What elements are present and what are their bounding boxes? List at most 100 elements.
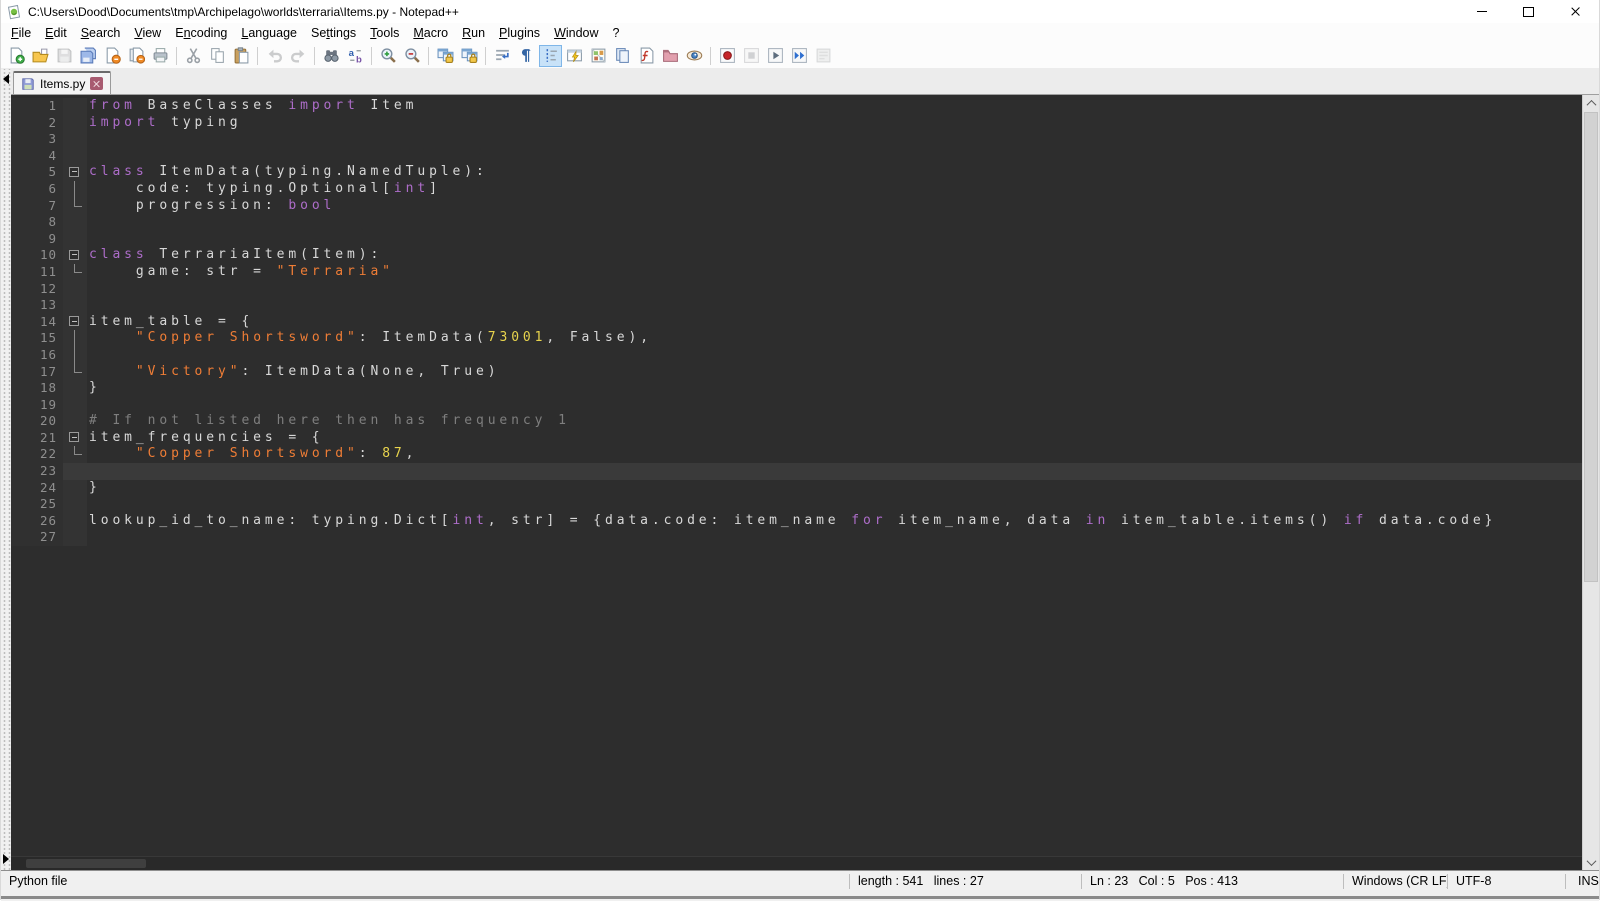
sync-vertical-scrolling-icon[interactable] xyxy=(434,45,457,67)
menu-item-view[interactable]: View xyxy=(127,24,168,42)
status-encoding[interactable]: UTF-8 xyxy=(1447,874,1565,889)
dock-expand-right-icon[interactable] xyxy=(3,854,9,864)
code-line-13[interactable]: 13 xyxy=(11,297,1582,314)
code-line-14[interactable]: 14item_table = { xyxy=(11,314,1582,331)
horizontal-scrollbar[interactable] xyxy=(11,856,1582,870)
code-line-4[interactable]: 4 xyxy=(11,148,1582,165)
code-line-15[interactable]: 15 "Copper Shortsword": ItemData(73001, … xyxy=(11,330,1582,347)
fold-collapse-icon[interactable] xyxy=(63,314,87,331)
dock-collapse-left-icon[interactable] xyxy=(3,74,9,84)
macro-stop-icon[interactable] xyxy=(740,45,763,67)
horizontal-scrollbar-thumb[interactable] xyxy=(26,859,146,868)
status-insert-mode[interactable]: INS xyxy=(1565,874,1599,889)
menu-item-run[interactable]: Run xyxy=(455,24,492,42)
scroll-up-icon[interactable] xyxy=(1583,95,1599,111)
save-icon[interactable] xyxy=(53,45,76,67)
code-line-3[interactable]: 3 xyxy=(11,131,1582,148)
code-line-8[interactable]: 8 xyxy=(11,214,1582,231)
menu-item-settings[interactable]: Settings xyxy=(304,24,363,42)
fold-collapse-icon[interactable] xyxy=(63,247,87,264)
code-line-24[interactable]: 24} xyxy=(11,480,1582,497)
vertical-scrollbar[interactable] xyxy=(1582,95,1599,870)
code-line-26[interactable]: 26lookup_id_to_name: typing.Dict[int, st… xyxy=(11,513,1582,530)
copy-icon[interactable] xyxy=(206,45,229,67)
document-map-icon[interactable] xyxy=(587,45,610,67)
code-line-12[interactable]: 12 xyxy=(11,281,1582,298)
text-editor[interactable]: 1from BaseClasses import Item2import typ… xyxy=(11,95,1582,870)
code-line-21[interactable]: 21item_frequencies = { xyxy=(11,430,1582,447)
menu-item-macro[interactable]: Macro xyxy=(406,24,455,42)
macro-play-icon[interactable] xyxy=(764,45,787,67)
find-icon[interactable] xyxy=(320,45,343,67)
code-line-25[interactable]: 25 xyxy=(11,496,1582,513)
code-line-17[interactable]: 17 "Victory": ItemData(None, True) xyxy=(11,364,1582,381)
menu-item-tools[interactable]: Tools xyxy=(363,24,406,42)
show-all-characters-icon[interactable] xyxy=(515,45,538,67)
status-doc-type: Python file xyxy=(1,874,849,889)
fold-collapse-icon[interactable] xyxy=(63,430,87,447)
maximize-button[interactable] xyxy=(1505,0,1552,23)
open-icon[interactable] xyxy=(29,45,52,67)
show-indent-guide-icon[interactable] xyxy=(539,45,562,67)
function-list-icon[interactable] xyxy=(635,45,658,67)
zoom-in-icon[interactable] xyxy=(377,45,400,67)
macro-record-icon[interactable] xyxy=(716,45,739,67)
menu-item-plugins[interactable]: Plugins xyxy=(492,24,547,42)
scroll-down-icon[interactable] xyxy=(1583,854,1599,870)
close-button[interactable] xyxy=(1552,0,1599,23)
tab-close-icon[interactable] xyxy=(90,77,103,90)
paste-icon[interactable] xyxy=(230,45,253,67)
menu-item-window[interactable]: Window xyxy=(547,24,605,42)
fold-margin xyxy=(63,380,87,397)
tab-items-py[interactable]: Items.py xyxy=(13,71,111,94)
menu-item-file[interactable]: File xyxy=(4,24,38,42)
sync-horizontal-scrolling-icon[interactable] xyxy=(458,45,481,67)
menu-item-help[interactable]: ? xyxy=(606,24,627,42)
close-icon[interactable] xyxy=(101,45,124,67)
fold-collapse-icon[interactable] xyxy=(63,164,87,181)
zoom-out-icon[interactable] xyxy=(401,45,424,67)
close-all-icon[interactable] xyxy=(125,45,148,67)
code-line-1[interactable]: 1from BaseClasses import Item xyxy=(11,98,1582,115)
minimize-button[interactable] xyxy=(1458,0,1505,23)
code-line-11[interactable]: 11 game: str = "Terraria" xyxy=(11,264,1582,281)
code-line-20[interactable]: 20# If not listed here then has frequenc… xyxy=(11,413,1582,430)
undo-icon[interactable] xyxy=(263,45,286,67)
menu-item-edit[interactable]: Edit xyxy=(38,24,74,42)
redo-icon[interactable] xyxy=(287,45,310,67)
replace-icon[interactable]: ab xyxy=(344,45,367,67)
code-line-19[interactable]: 19 xyxy=(11,397,1582,414)
line-number: 19 xyxy=(11,397,63,414)
monitoring-icon[interactable] xyxy=(683,45,706,67)
menu-item-encoding[interactable]: Encoding xyxy=(168,24,234,42)
code-text xyxy=(87,496,1582,513)
cut-icon[interactable] xyxy=(182,45,205,67)
menu-item-language[interactable]: Language xyxy=(234,24,304,42)
dock-splitter[interactable] xyxy=(1,69,11,870)
code-line-16[interactable]: 16 xyxy=(11,347,1582,364)
code-line-18[interactable]: 18} xyxy=(11,380,1582,397)
code-line-6[interactable]: 6 code: typing.Optional[int] xyxy=(11,181,1582,198)
save-all-icon[interactable] xyxy=(77,45,100,67)
code-line-23[interactable]: 23 xyxy=(11,463,1582,480)
new-file-icon[interactable] xyxy=(5,45,28,67)
code-line-22[interactable]: 22 "Copper Shortsword": 87, xyxy=(11,446,1582,463)
code-text xyxy=(87,281,1582,298)
folder-as-workspace-icon[interactable] xyxy=(659,45,682,67)
status-eol-format[interactable]: Windows (CR LF) xyxy=(1343,874,1447,889)
code-line-2[interactable]: 2import typing xyxy=(11,115,1582,132)
code-line-9[interactable]: 9 xyxy=(11,231,1582,248)
document-list-icon[interactable] xyxy=(611,45,634,67)
vertical-scrollbar-thumb[interactable] xyxy=(1584,112,1598,582)
code-line-7[interactable]: 7 progression: bool xyxy=(11,198,1582,215)
code-line-27[interactable]: 27 xyxy=(11,529,1582,546)
code-line-5[interactable]: 5class ItemData(typing.NamedTuple): xyxy=(11,164,1582,181)
print-icon[interactable] xyxy=(149,45,172,67)
define-language-icon[interactable] xyxy=(563,45,586,67)
macro-save-icon[interactable] xyxy=(812,45,835,67)
word-wrap-icon[interactable] xyxy=(491,45,514,67)
code-line-10[interactable]: 10class TerrariaItem(Item): xyxy=(11,247,1582,264)
menu-item-search[interactable]: Search xyxy=(74,24,128,42)
macro-run-multiple-icon[interactable] xyxy=(788,45,811,67)
code-text xyxy=(87,297,1582,314)
